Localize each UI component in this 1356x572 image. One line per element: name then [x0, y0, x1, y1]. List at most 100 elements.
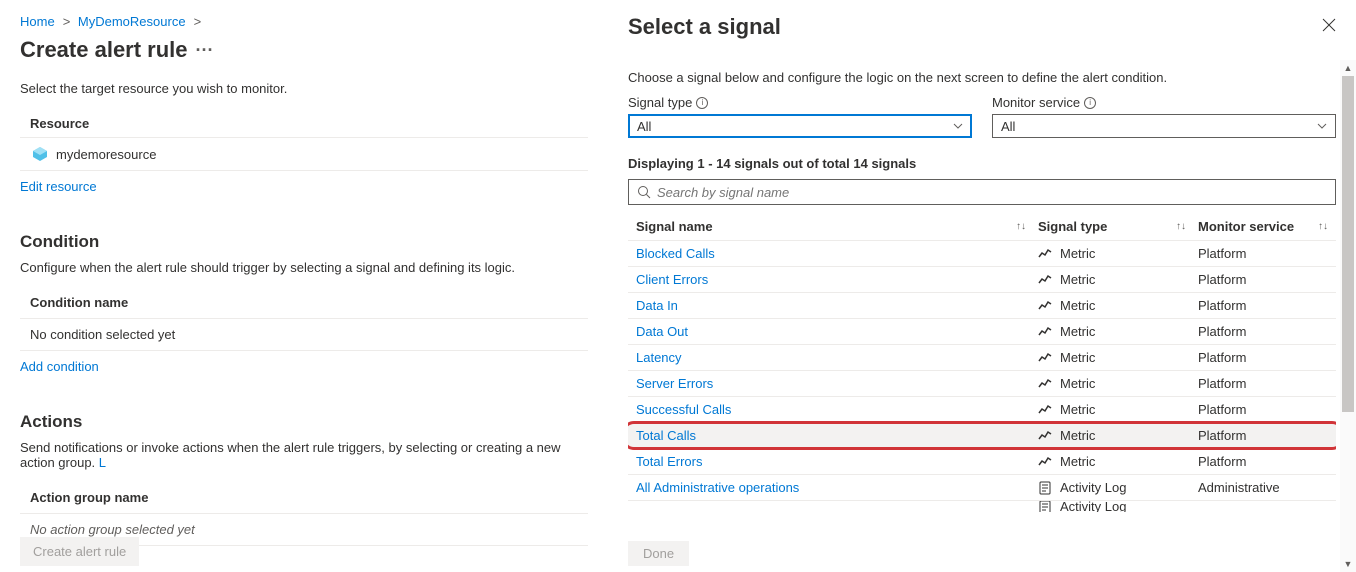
metric-icon [1038, 403, 1052, 417]
signals-table-header: Signal name ↑↓ Signal type ↑↓ Monitor se… [628, 213, 1336, 240]
actions-desc: Send notifications or invoke actions whe… [20, 440, 588, 470]
more-icon[interactable]: ··· [196, 40, 214, 61]
signal-row[interactable]: Server ErrorsMetricPlatform [628, 370, 1336, 396]
signal-type-cell: Metric [1038, 402, 1198, 417]
col-signal-name[interactable]: Signal name [636, 219, 713, 234]
sort-icon[interactable]: ↑↓ [1176, 221, 1186, 232]
condition-desc: Configure when the alert rule should tri… [20, 260, 588, 275]
breadcrumb-resource[interactable]: MyDemoResource [78, 14, 186, 29]
activity-log-icon [1038, 500, 1052, 512]
signal-type-cell: Metric [1038, 324, 1198, 339]
signal-name-link[interactable]: Successful Calls [636, 402, 1038, 417]
resource-row: mydemoresource [20, 138, 588, 171]
monitor-service-label: Monitor service [992, 95, 1080, 110]
signal-row[interactable]: Data OutMetricPlatform [628, 318, 1336, 344]
col-monitor-service[interactable]: Monitor service [1198, 219, 1294, 234]
signal-name-link[interactable]: Latency [636, 350, 1038, 365]
signal-type-cell: Metric [1038, 454, 1198, 469]
metric-icon [1038, 247, 1052, 261]
condition-title: Condition [20, 232, 588, 252]
signal-service-cell: Platform [1198, 272, 1328, 287]
signal-type-cell: Metric [1038, 428, 1198, 443]
chevron-down-icon [953, 121, 963, 132]
signal-type-cell: Metric [1038, 298, 1198, 313]
signal-row[interactable]: LatencyMetricPlatform [628, 344, 1336, 370]
scroll-thumb[interactable] [1342, 76, 1354, 412]
signal-service-cell: Platform [1198, 246, 1328, 261]
info-icon[interactable]: i [696, 97, 708, 109]
search-input[interactable] [657, 185, 1327, 200]
col-signal-type[interactable]: Signal type [1038, 219, 1107, 234]
target-instruction: Select the target resource you wish to m… [20, 81, 588, 96]
signal-service-cell: Platform [1198, 428, 1328, 443]
metric-icon [1038, 455, 1052, 469]
metric-icon [1038, 325, 1052, 339]
signal-row[interactable]: Data InMetricPlatform [628, 292, 1336, 318]
actions-title: Actions [20, 412, 588, 432]
metric-icon [1038, 351, 1052, 365]
breadcrumb: Home> MyDemoResource> [20, 14, 588, 29]
resource-icon [32, 146, 48, 162]
metric-icon [1038, 429, 1052, 443]
signal-row[interactable]: Total ErrorsMetricPlatform [628, 448, 1336, 474]
signal-service-cell: Platform [1198, 298, 1328, 313]
signal-service-cell: Platform [1198, 402, 1328, 417]
signal-service-cell: Platform [1198, 350, 1328, 365]
metric-icon [1038, 299, 1052, 313]
signal-type-cell: Metric [1038, 376, 1198, 391]
signal-type-cell: Activity Log [1038, 500, 1198, 512]
panel-instruction: Choose a signal below and configure the … [628, 70, 1336, 85]
activity-log-icon [1038, 481, 1052, 495]
add-condition-link[interactable]: Add condition [20, 351, 99, 382]
signal-name-link[interactable]: Total Errors [636, 454, 1038, 469]
signal-name-link[interactable]: Data Out [636, 324, 1038, 339]
signal-row[interactable]: Activity Log [628, 500, 1336, 512]
sort-icon[interactable]: ↑↓ [1318, 221, 1328, 232]
create-alert-rule-button[interactable]: Create alert rule [20, 537, 139, 566]
signal-row[interactable]: All Administrative operationsActivity Lo… [628, 474, 1336, 500]
breadcrumb-home[interactable]: Home [20, 14, 55, 29]
signal-row[interactable]: Client ErrorsMetricPlatform [628, 266, 1336, 292]
signal-service-cell: Platform [1198, 324, 1328, 339]
signal-row[interactable]: Blocked CallsMetricPlatform [628, 240, 1336, 266]
condition-empty-row: No condition selected yet [20, 319, 588, 351]
signal-service-cell: Platform [1198, 454, 1328, 469]
signal-name-link[interactable]: Server Errors [636, 376, 1038, 391]
scroll-up-icon[interactable]: ▲ [1340, 60, 1356, 76]
signal-service-cell: Administrative [1198, 480, 1328, 495]
panel-title: Select a signal [628, 14, 781, 40]
search-icon [637, 185, 651, 199]
done-button[interactable]: Done [628, 541, 689, 566]
signal-count: Displaying 1 - 14 signals out of total 1… [628, 156, 1336, 171]
signal-name-link[interactable]: Total Calls [636, 428, 1038, 443]
signal-type-cell: Metric [1038, 272, 1198, 287]
signal-name-link[interactable]: Client Errors [636, 272, 1038, 287]
metric-icon [1038, 377, 1052, 391]
signal-type-select[interactable]: All [628, 114, 972, 138]
signal-row[interactable]: Successful CallsMetricPlatform [628, 396, 1336, 422]
condition-header: Condition name [20, 287, 588, 319]
signal-service-cell: Platform [1198, 376, 1328, 391]
scroll-down-icon[interactable]: ▼ [1340, 556, 1356, 572]
signal-name-link[interactable]: Data In [636, 298, 1038, 313]
resource-header: Resource [20, 108, 588, 138]
monitor-service-select[interactable]: All [992, 114, 1336, 138]
scrollbar[interactable]: ▲ ▼ [1340, 60, 1356, 572]
close-icon[interactable] [1322, 18, 1336, 37]
signal-type-cell: Activity Log [1038, 480, 1198, 495]
edit-resource-link[interactable]: Edit resource [20, 171, 97, 202]
chevron-down-icon [1317, 121, 1327, 132]
search-box[interactable] [628, 179, 1336, 205]
signal-type-label: Signal type [628, 95, 692, 110]
resource-name: mydemoresource [56, 147, 156, 162]
actions-header: Action group name [20, 482, 588, 514]
signal-name-link[interactable]: All Administrative operations [636, 480, 1038, 495]
metric-icon [1038, 273, 1052, 287]
signal-type-cell: Metric [1038, 350, 1198, 365]
signal-name-link[interactable]: Blocked Calls [636, 246, 1038, 261]
signal-row[interactable]: Total CallsMetricPlatform [628, 422, 1336, 448]
signal-type-cell: Metric [1038, 246, 1198, 261]
page-title: Create alert rule [20, 37, 188, 63]
sort-icon[interactable]: ↑↓ [1016, 221, 1026, 232]
info-icon[interactable]: i [1084, 97, 1096, 109]
